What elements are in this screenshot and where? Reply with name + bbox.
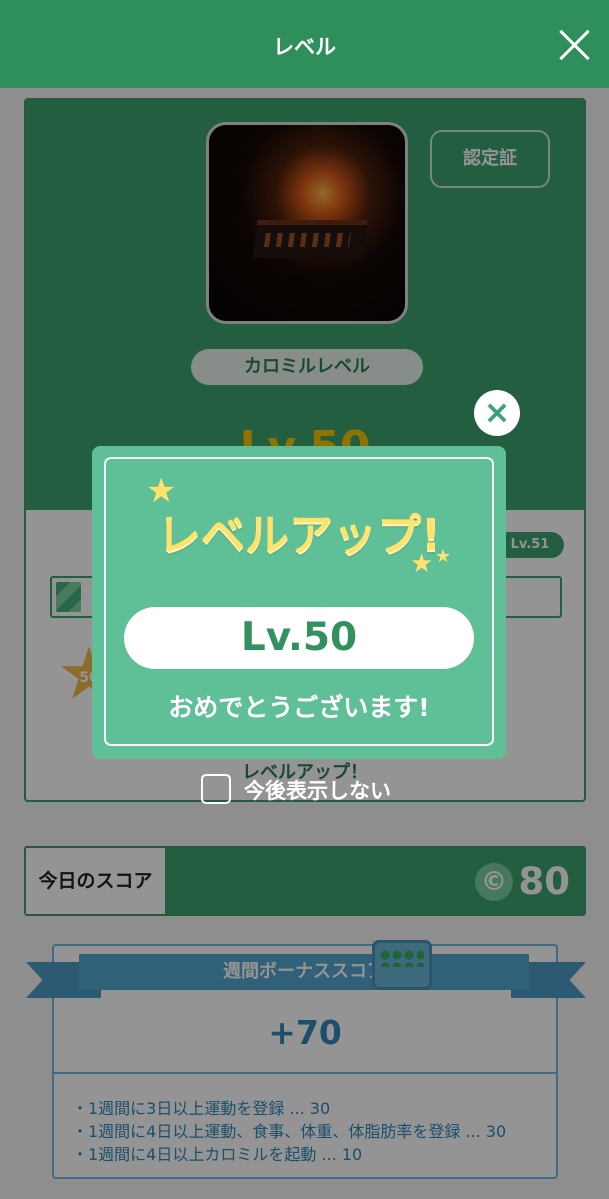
dont-show-again-label[interactable]: 今後表示しない [244, 775, 391, 805]
modal-close-icon[interactable]: × [474, 390, 520, 436]
modal-level-badge: Lv.50 [124, 607, 474, 669]
level-up-title: レベルアップ! [156, 510, 442, 561]
dont-show-again-checkbox[interactable] [201, 774, 231, 804]
close-icon[interactable] [557, 28, 591, 62]
level-up-modal: ★ ★ ★ レベルアップ! Lv.50 おめでとうございます! [92, 446, 506, 759]
congratulations-message: おめでとうございます! [168, 693, 430, 722]
app-header: レベル [0, 0, 609, 88]
page-title: レベル [273, 35, 336, 59]
